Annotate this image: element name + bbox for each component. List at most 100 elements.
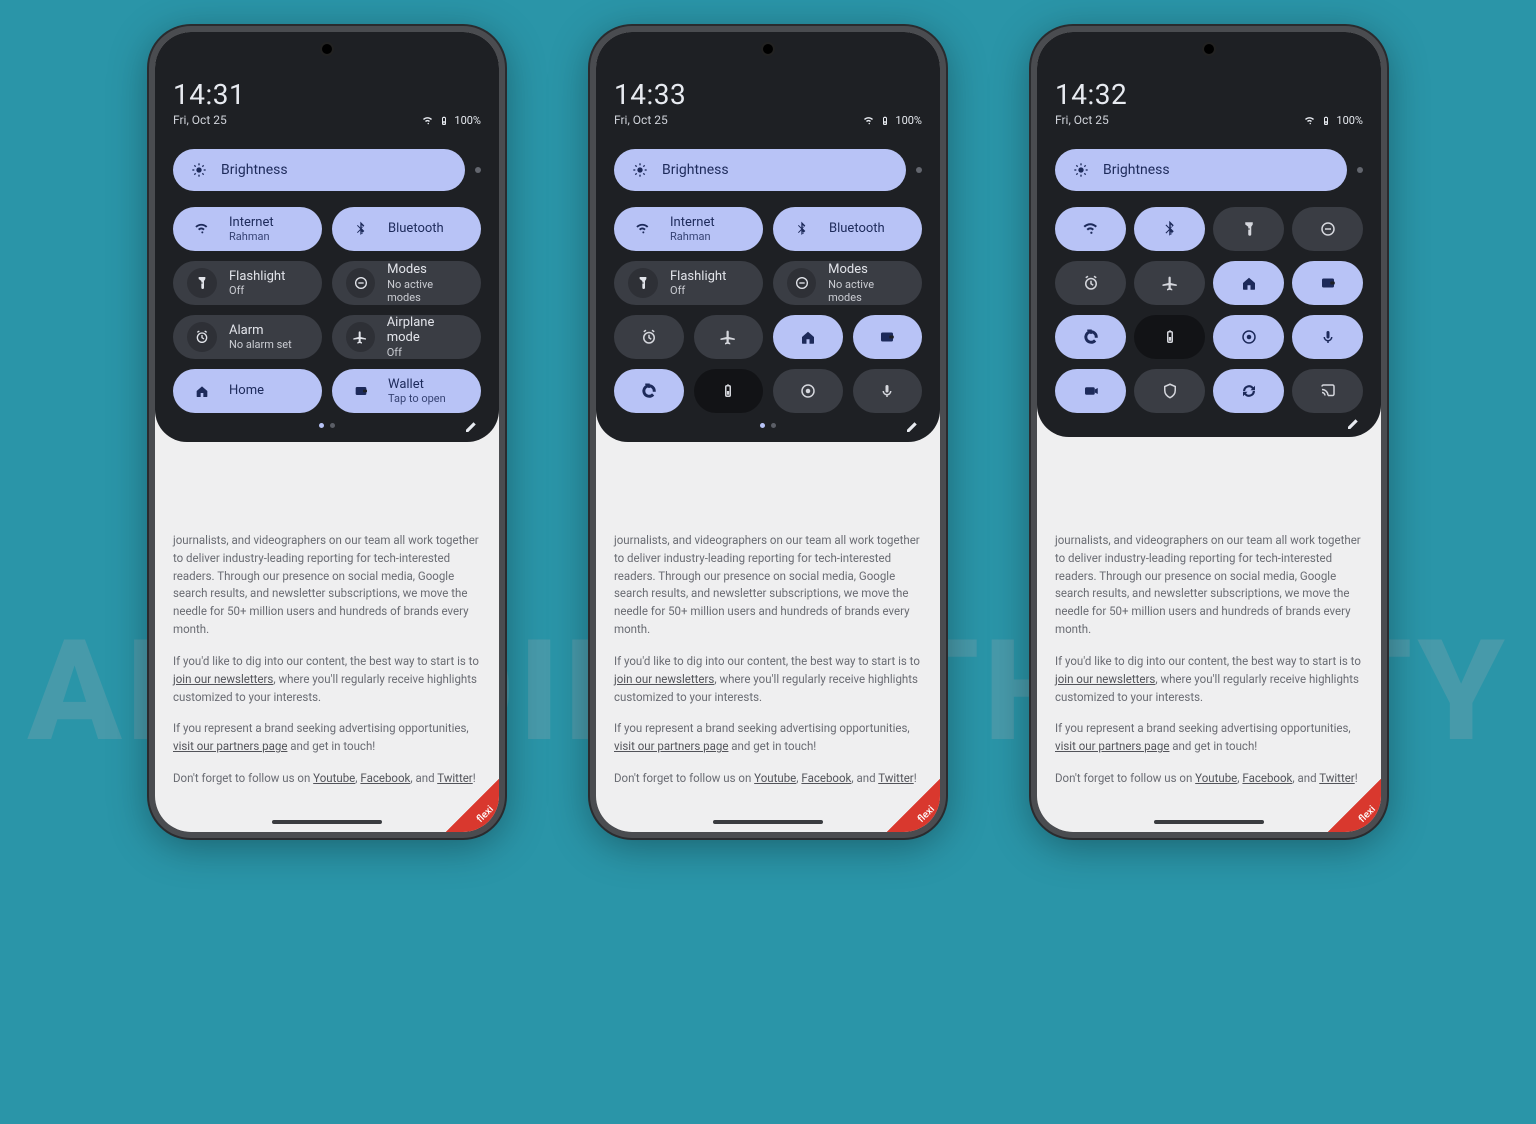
youtube-link[interactable]: Youtube [313, 771, 355, 785]
qs-tile-battery[interactable] [694, 369, 764, 413]
qs-tile-airplane[interactable] [1134, 261, 1205, 305]
qs-tile-airplane[interactable] [694, 315, 764, 359]
flashlight-icon [187, 268, 217, 298]
brightness-slider[interactable]: Brightness [614, 149, 922, 191]
qs-tile-wallet[interactable] [853, 315, 923, 359]
qs-tile-wallet[interactable]: WalletTap to open [332, 369, 481, 413]
qs-tile-dnd[interactable] [1292, 207, 1363, 251]
qs-tile-bluetooth[interactable]: Bluetooth [332, 207, 481, 251]
tile-label: Bluetooth [829, 221, 885, 237]
join-newsletters-link[interactable]: join our newsletters [173, 672, 273, 686]
gesture-nav-bar[interactable] [272, 820, 382, 824]
qs-tile-bluetooth[interactable] [1134, 207, 1205, 251]
qs-tile-record[interactable] [773, 369, 843, 413]
qs-tile-alarm[interactable] [614, 315, 684, 359]
brightness-label: Brightness [221, 162, 288, 178]
front-camera [761, 42, 775, 56]
wallet-icon [1319, 274, 1337, 292]
date: Fri, Oct 25 [173, 113, 245, 127]
cast-icon [1319, 382, 1337, 400]
qs-tile-sync[interactable] [1213, 369, 1284, 413]
brightness-handle[interactable] [1357, 167, 1363, 173]
partners-page-link[interactable]: visit our partners page [614, 739, 728, 753]
brightness-handle[interactable] [916, 167, 922, 173]
qs-tile-dnd[interactable]: ModesNo active modes [332, 261, 481, 305]
edit-tiles-button[interactable] [463, 417, 481, 435]
wifi-icon [187, 214, 217, 244]
facebook-link[interactable]: Facebook [1242, 771, 1292, 785]
qs-tile-home[interactable] [773, 315, 843, 359]
qs-tile-bluetooth[interactable]: Bluetooth [773, 207, 922, 251]
gesture-nav-bar[interactable] [713, 820, 823, 824]
qs-tile-wallet[interactable] [1292, 261, 1363, 305]
edit-tiles-button[interactable] [1345, 414, 1363, 432]
bluetooth-icon [787, 214, 817, 244]
tile-label: Wallet [388, 377, 446, 393]
phone-mockup-3: journalists, and videographers on our te… [1031, 26, 1387, 838]
partners-page-link[interactable]: visit our partners page [1055, 739, 1169, 753]
youtube-link[interactable]: Youtube [1195, 771, 1237, 785]
qs-tile-flashlight[interactable] [1213, 207, 1284, 251]
qs-tile-home[interactable] [1213, 261, 1284, 305]
qs-tile-mic[interactable] [853, 369, 923, 413]
tile-sublabel: No active modes [387, 278, 467, 304]
partners-page-link[interactable]: visit our partners page [173, 739, 287, 753]
rotate-icon [1082, 328, 1100, 346]
home-icon [799, 328, 817, 346]
facebook-link[interactable]: Facebook [360, 771, 410, 785]
tile-sublabel: Off [387, 346, 467, 359]
phone-mockup-1: journalists, and videographers on our te… [149, 26, 505, 838]
qs-tile-dnd[interactable]: ModesNo active modes [773, 261, 922, 305]
qs-tile-mic[interactable] [1292, 315, 1363, 359]
wifi-status-icon [422, 115, 434, 127]
camera-icon [1082, 382, 1100, 400]
gesture-nav-bar[interactable] [1154, 820, 1264, 824]
tile-label: Modes [387, 262, 467, 278]
join-newsletters-link[interactable]: join our newsletters [1055, 672, 1155, 686]
qs-tile-flashlight[interactable]: FlashlightOff [614, 261, 763, 305]
qs-tile-flashlight[interactable]: FlashlightOff [173, 261, 322, 305]
qs-tile-wifi[interactable]: InternetRahman [614, 207, 763, 251]
date: Fri, Oct 25 [614, 113, 686, 127]
qs-tile-wifi[interactable]: InternetRahman [173, 207, 322, 251]
quick-settings-panel[interactable]: 14:33 Fri, Oct 25 100% Brightness Intern… [596, 32, 940, 442]
qs-tile-rotate[interactable] [1055, 315, 1126, 359]
qs-tile-alarm[interactable] [1055, 261, 1126, 305]
quick-settings-panel[interactable]: 14:32 Fri, Oct 25 100% Brightness [1037, 32, 1381, 437]
battery-percent: 100% [1336, 114, 1363, 127]
wifi-status-icon [1304, 115, 1316, 127]
battery-status-icon [438, 115, 450, 127]
sync-icon [1240, 382, 1258, 400]
brightness-handle[interactable] [475, 167, 481, 173]
qs-tile-airplane[interactable]: Airplane modeOff [332, 315, 481, 359]
dnd-icon [1319, 220, 1337, 238]
brightness-label: Brightness [1103, 162, 1170, 178]
tile-label: Internet [670, 215, 715, 231]
qs-tile-record[interactable] [1213, 315, 1284, 359]
youtube-link[interactable]: Youtube [754, 771, 796, 785]
brightness-slider[interactable]: Brightness [173, 149, 481, 191]
tile-label: Airplane mode [387, 315, 467, 346]
brightness-slider[interactable]: Brightness [1055, 149, 1363, 191]
facebook-link[interactable]: Facebook [801, 771, 851, 785]
join-newsletters-link[interactable]: join our newsletters [614, 672, 714, 686]
airplane-icon [346, 322, 375, 352]
qs-tile-home[interactable]: Home [173, 369, 322, 413]
qs-tile-alarm[interactable]: AlarmNo alarm set [173, 315, 322, 359]
bluetooth-icon [346, 214, 376, 244]
dnd-icon [346, 268, 375, 298]
qs-tile-wifi[interactable] [1055, 207, 1126, 251]
qs-tile-rotate[interactable] [614, 369, 684, 413]
tile-label: Home [229, 383, 264, 399]
qs-tile-camera[interactable] [1055, 369, 1126, 413]
qs-tile-shield[interactable] [1134, 369, 1205, 413]
edit-tiles-button[interactable] [904, 417, 922, 435]
brightness-label: Brightness [662, 162, 729, 178]
quick-settings-panel[interactable]: 14:31 Fri, Oct 25 100% Brightness Intern… [155, 32, 499, 442]
qs-tile-cast[interactable] [1292, 369, 1363, 413]
tile-label: Internet [229, 215, 274, 231]
tile-sublabel: No alarm set [229, 338, 292, 351]
battery-status-icon [1320, 115, 1332, 127]
page-indicator [760, 423, 776, 428]
qs-tile-battery[interactable] [1134, 315, 1205, 359]
